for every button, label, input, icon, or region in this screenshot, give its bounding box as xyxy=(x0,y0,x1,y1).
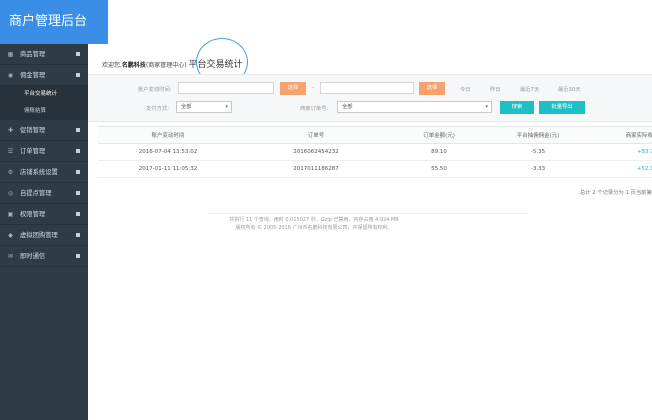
column-header: 商家实际收入(元) xyxy=(625,133,652,139)
gear-icon: ⚙ xyxy=(7,169,14,176)
cell-income: +52.17 xyxy=(636,166,652,172)
chat-icon: ✉ xyxy=(7,253,14,260)
search-button[interactable]: 搜索 xyxy=(500,101,534,114)
sidebar-item-label: 促销管理 xyxy=(20,127,46,134)
center-name: (商家管理中心) xyxy=(145,62,187,69)
sidebar-item-messaging[interactable]: ✉ 即时通信 xyxy=(0,246,88,267)
footer: 共执行 11 个查询，用时 0.015027 秒，Gzip 已禁用，内存占用 4… xyxy=(88,216,540,232)
cell-commission: -5.35 xyxy=(530,149,546,155)
table-row[interactable]: 2017-01-11 11:05:32 2017011186287 55.50 … xyxy=(98,161,652,178)
cell-time: 2017-01-11 11:05:32 xyxy=(138,166,198,172)
welcome-text: 欢迎您, xyxy=(102,62,122,69)
collapse-icon xyxy=(76,73,80,77)
pay-method-select[interactable]: 全部 ▾ xyxy=(176,101,232,113)
range-dash: - xyxy=(312,85,314,91)
cell-amount: 89.10 xyxy=(431,149,447,155)
sidebar-item-permissions[interactable]: ▣ 权限管理 xyxy=(0,204,88,225)
expand-icon xyxy=(76,149,80,153)
order-icon: ☰ xyxy=(7,148,14,155)
footer-copyright: 版权所有 © 2005-2016 广州市名鹏科技有限公司，并保留所有权利。 xyxy=(235,225,393,231)
pay-method-value: 全部 xyxy=(181,104,192,110)
top-bar: 商户管理后台 xyxy=(0,0,652,44)
lock-icon: ▣ xyxy=(7,211,14,218)
sidebar-item-goods[interactable]: ▦ 商品管理 xyxy=(0,44,88,65)
sidebar-subitem-settlement[interactable]: 佣账结算 xyxy=(0,103,88,120)
chevron-down-icon: ▾ xyxy=(485,104,488,110)
column-header: 账户变动时间 xyxy=(151,133,185,139)
end-time-input[interactable] xyxy=(320,82,414,94)
transactions-table: 账户变动时间 订单号 订单金额(元) 平台抽佣佣金(元) 商家实际收入(元) 2… xyxy=(98,126,652,178)
expand-icon xyxy=(76,212,80,216)
sidebar-item-pickup[interactable]: ◎ 自提点管理 xyxy=(0,183,88,204)
footer-divider xyxy=(208,213,528,214)
cell-amount: 55.50 xyxy=(431,166,447,172)
chevron-down-icon: ▾ xyxy=(225,104,228,110)
time-label: 账户变动时间: xyxy=(138,87,172,93)
filter-panel: 账户变动时间: 选择 - 选择 今日 昨日 最近7天 最近30天 支付方式: 全… xyxy=(88,74,652,122)
expand-icon xyxy=(76,128,80,132)
expand-icon xyxy=(76,254,80,258)
table-header: 账户变动时间 订单号 订单金额(元) 平台抽佣佣金(元) 商家实际收入(元) xyxy=(98,126,652,144)
sidebar-item-label: 自提点管理 xyxy=(20,190,52,197)
column-header: 订单金额(元) xyxy=(423,133,455,139)
coin-icon: ◉ xyxy=(7,72,14,79)
pay-label: 支付方式: xyxy=(146,106,169,112)
expand-icon xyxy=(76,170,80,174)
company-name: 名鹏科技 xyxy=(121,62,146,69)
cell-order-no: 2017011186287 xyxy=(293,166,339,172)
start-time-input[interactable] xyxy=(178,82,274,94)
main-content: 欢迎您,名鹏科技(商家管理中心) 平台交易统计 账户变动时间: 选择 - 选择 … xyxy=(88,38,652,420)
export-button[interactable]: 批量导出 xyxy=(539,101,585,114)
select-end-button[interactable]: 选择 xyxy=(419,82,445,95)
tag-icon: ◆ xyxy=(8,232,13,239)
sidebar-item-label: 即时通信 xyxy=(20,253,46,260)
cell-order-no: 2016062454232 xyxy=(293,149,339,155)
order-no-value: 全部 xyxy=(342,104,353,110)
gift-icon: ✚ xyxy=(7,127,14,134)
quick-30days[interactable]: 最近30天 xyxy=(558,85,581,93)
sidebar-item-label: 佣金管理 xyxy=(20,72,46,79)
sidebar-item-label: 订单管理 xyxy=(20,148,46,155)
cell-commission: -3.33 xyxy=(530,166,546,172)
quick-7days[interactable]: 最近7天 xyxy=(520,85,539,93)
sidebar-item-label: 权限管理 xyxy=(20,211,46,218)
sidebar-item-label: 虚拟团购管理 xyxy=(20,232,58,239)
sidebar-item-orders[interactable]: ☰ 订单管理 xyxy=(0,141,88,162)
expand-icon xyxy=(76,191,80,195)
sidebar: ▦ 商品管理 ◉ 佣金管理 平台交易统计 佣账结算 ✚ 促销管理 ☰ 订单管理 … xyxy=(0,44,88,420)
quick-yesterday[interactable]: 昨日 xyxy=(490,85,501,93)
sidebar-item-commission[interactable]: ◉ 佣金管理 xyxy=(0,65,88,86)
sidebar-item-promotion[interactable]: ✚ 促销管理 xyxy=(0,120,88,141)
column-header: 订单号 xyxy=(307,133,325,139)
sidebar-item-label: 商品管理 xyxy=(20,51,46,58)
cell-time: 2016-07-04 13:53:02 xyxy=(138,149,198,155)
order-no-select[interactable]: 全部 ▾ xyxy=(337,101,492,113)
column-header: 平台抽佣佣金(元) xyxy=(516,133,560,139)
location-icon: ◎ xyxy=(7,190,14,197)
sidebar-item-group-buy[interactable]: ◆ 虚拟团购管理 xyxy=(0,225,88,246)
select-start-button[interactable]: 选择 xyxy=(280,82,306,95)
quick-today[interactable]: 今日 xyxy=(460,85,471,93)
brand-title[interactable]: 商户管理后台 xyxy=(0,0,108,44)
sidebar-item-label: 店铺系统设置 xyxy=(20,169,58,176)
grid-icon: ▦ xyxy=(7,51,14,58)
order-no-label: 商家订单号: xyxy=(300,106,329,112)
footer-stats: 共执行 11 个查询，用时 0.015027 秒，Gzip 已禁用，内存占用 4… xyxy=(229,217,399,223)
sidebar-subitem-platform-stats[interactable]: 平台交易统计 xyxy=(0,86,88,103)
table-row[interactable]: 2016-07-04 13:53:02 2016062454232 89.10 … xyxy=(98,144,652,161)
cell-income: +83.75 xyxy=(636,149,652,155)
expand-icon xyxy=(76,233,80,237)
pagination-summary: 总计 2 个记录分为 1 页当前第 xyxy=(580,190,652,196)
expand-icon xyxy=(76,52,80,56)
sidebar-item-shop-settings[interactable]: ⚙ 店铺系统设置 xyxy=(0,162,88,183)
